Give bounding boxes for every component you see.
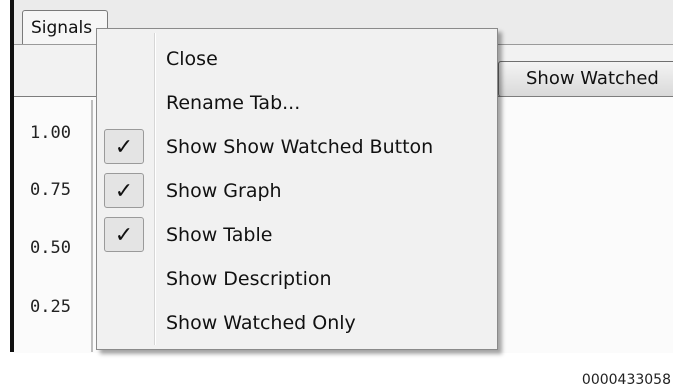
menu-item-label: Show Description: [166, 268, 332, 290]
checkmark-icon: ✓: [104, 217, 144, 252]
menu-item-label: Show Watched Only: [166, 312, 356, 334]
menu-item-label: Close: [166, 48, 218, 70]
y-tick-label: 0.25: [30, 297, 71, 317]
y-tick-label: 0.75: [30, 180, 71, 200]
y-tick-label: 1.00: [30, 123, 71, 143]
y-tick-label: 0.50: [30, 238, 71, 258]
show-watched-button[interactable]: Show Watched: [498, 61, 673, 97]
menu-item-show-graph[interactable]: ✓ Show Graph: [97, 169, 497, 213]
menu-item-show-description[interactable]: Show Description: [97, 257, 497, 301]
y-axis-line: [91, 100, 93, 352]
image-id-text: 0000433058: [581, 372, 671, 388]
menu-item-label: Show Show Watched Button: [166, 136, 434, 158]
checkmark-icon: ✓: [104, 129, 144, 164]
menu-item-show-show-watched-button[interactable]: ✓ Show Show Watched Button: [97, 125, 497, 169]
menu-item-close[interactable]: Close: [97, 37, 497, 81]
menu-item-show-watched-only[interactable]: Show Watched Only: [97, 301, 497, 345]
menu-item-rename-tab[interactable]: Rename Tab...: [97, 81, 497, 125]
menu-item-label: Rename Tab...: [166, 92, 301, 114]
menu-item-label: Show Graph: [166, 180, 282, 202]
checkmark-icon: ✓: [104, 173, 144, 208]
tab-signals-label: Signals: [31, 18, 93, 38]
tab-context-menu: Close Rename Tab... ✓ Show Show Watched …: [96, 28, 498, 350]
menu-item-show-table[interactable]: ✓ Show Table: [97, 213, 497, 257]
menu-item-label: Show Table: [166, 224, 273, 246]
